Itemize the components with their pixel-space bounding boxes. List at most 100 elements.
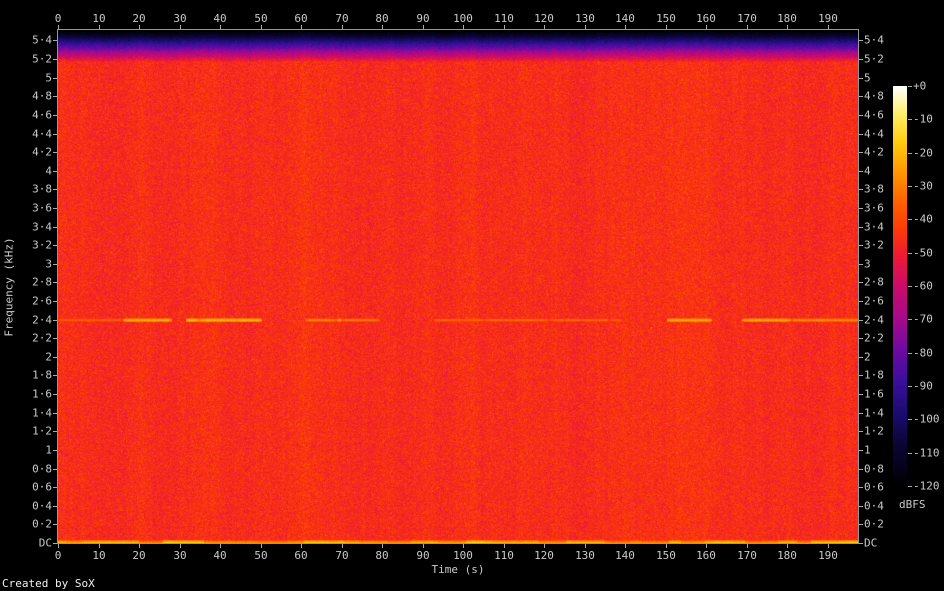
y-tick-left — [53, 375, 57, 376]
y-tick-right — [859, 245, 863, 246]
x-tick-label-top: 40 — [213, 12, 227, 25]
x-tick-label-bottom: 120 — [534, 549, 554, 562]
y-tick-right — [859, 59, 863, 60]
y-tick-label-left: 4·4 — [32, 127, 52, 141]
y-tick-right — [859, 189, 863, 190]
y-tick-label-right: DC — [864, 536, 878, 550]
colorbar-gradient — [893, 86, 907, 486]
y-tick-label-left: 1·6 — [32, 387, 52, 401]
sox-spectrogram-window: Frequency (kHz) Time (s) dBFS Created by… — [0, 0, 944, 591]
x-tick-label-top: 60 — [294, 12, 308, 25]
x-tick-label-top: 10 — [92, 12, 106, 25]
y-tick-label-right: 3·8 — [864, 182, 884, 196]
y-tick-label-right: 2·2 — [864, 331, 884, 345]
x-tick-label-bottom: 110 — [494, 549, 514, 562]
y-tick-right — [859, 96, 863, 97]
y-tick-label-left: 1·8 — [32, 368, 52, 382]
x-tick-bottom — [787, 544, 788, 548]
x-tick-label-top: 160 — [696, 12, 716, 25]
x-tick-bottom — [463, 544, 464, 548]
x-tick-top — [99, 25, 100, 29]
y-tick-label-left: 0·6 — [32, 480, 52, 494]
colorbar-tick — [908, 319, 912, 320]
colorbar-tick — [908, 419, 912, 420]
y-tick-label-right: 1·4 — [864, 406, 884, 420]
colorbar-tick — [908, 253, 912, 254]
y-tick-label-left: 4 — [45, 164, 52, 178]
axis-line-bottom — [57, 543, 859, 544]
x-tick-bottom — [625, 544, 626, 548]
x-tick-top — [787, 25, 788, 29]
x-tick-bottom — [220, 544, 221, 548]
y-tick-label-right: 5 — [864, 71, 871, 85]
colorbar-tick-label: -110 — [913, 446, 940, 460]
x-tick-label-top: 170 — [737, 12, 757, 25]
colorbar-tick-label: -10 — [913, 112, 933, 126]
y-tick-label-right: 0·6 — [864, 480, 884, 494]
sox-credit-text: Created by SoX — [2, 577, 95, 590]
y-tick-left — [53, 487, 57, 488]
y-tick-left — [53, 431, 57, 432]
y-tick-label-left: 5·4 — [32, 33, 52, 47]
x-tick-label-top: 20 — [132, 12, 146, 25]
x-tick-label-bottom: 50 — [254, 549, 268, 562]
x-tick-label-top: 190 — [818, 12, 838, 25]
y-tick-left — [53, 301, 57, 302]
y-tick-label-right: 3·4 — [864, 220, 884, 234]
y-tick-label-left: 1·4 — [32, 406, 52, 420]
y-tick-left — [53, 506, 57, 507]
x-tick-top — [342, 25, 343, 29]
x-tick-bottom — [382, 544, 383, 548]
x-tick-label-top: 70 — [335, 12, 349, 25]
y-tick-label-left: 2·6 — [32, 294, 52, 308]
y-tick-label-right: 4·2 — [864, 145, 884, 159]
x-tick-bottom — [747, 544, 748, 548]
x-tick-bottom — [504, 544, 505, 548]
y-tick-right — [859, 469, 863, 470]
colorbar-tick-label: -20 — [913, 146, 933, 160]
x-tick-top — [625, 25, 626, 29]
x-tick-label-bottom: 100 — [453, 549, 473, 562]
y-tick-left — [53, 450, 57, 451]
colorbar-tick-label: -40 — [913, 212, 933, 226]
y-tick-label-right: 1 — [864, 443, 871, 457]
y-tick-left — [53, 338, 57, 339]
y-tick-right — [859, 227, 863, 228]
y-tick-label-left: 0·2 — [32, 517, 52, 531]
colorbar-tick-label: -60 — [913, 279, 933, 293]
colorbar-tick — [908, 86, 912, 87]
y-axis-title: Frequency (kHz) — [2, 237, 16, 337]
y-tick-right — [859, 450, 863, 451]
y-tick-label-left: 0·8 — [32, 462, 52, 476]
y-tick-left — [53, 152, 57, 153]
x-tick-label-top: 140 — [615, 12, 635, 25]
y-tick-left — [53, 245, 57, 246]
y-tick-label-left: 4·2 — [32, 145, 52, 159]
y-tick-label-left: 3·2 — [32, 238, 52, 252]
y-tick-left — [53, 413, 57, 414]
x-tick-label-bottom: 90 — [416, 549, 430, 562]
y-tick-right — [859, 394, 863, 395]
y-tick-left — [53, 171, 57, 172]
x-tick-label-top: 110 — [494, 12, 514, 25]
x-tick-label-bottom: 0 — [54, 549, 62, 562]
x-tick-label-bottom: 80 — [375, 549, 389, 562]
y-tick-left — [53, 357, 57, 358]
x-tick-top — [180, 25, 181, 29]
colorbar-tick — [908, 186, 912, 187]
y-tick-right — [859, 264, 863, 265]
x-tick-label-bottom: 160 — [696, 549, 716, 562]
spectrogram-heatmap — [58, 30, 858, 543]
x-tick-label-top: 80 — [375, 12, 389, 25]
y-tick-label-left: 5·2 — [32, 52, 52, 66]
y-tick-label-right: 3 — [864, 257, 871, 271]
y-tick-left — [53, 282, 57, 283]
x-tick-label-top: 50 — [254, 12, 268, 25]
x-tick-top — [504, 25, 505, 29]
x-tick-label-top: 150 — [656, 12, 676, 25]
y-tick-label-left: 0·4 — [32, 499, 52, 513]
x-tick-top — [58, 25, 59, 29]
y-tick-label-left: 4·8 — [32, 89, 52, 103]
colorbar-tick-label: -30 — [913, 179, 933, 193]
x-tick-label-top: 180 — [777, 12, 797, 25]
